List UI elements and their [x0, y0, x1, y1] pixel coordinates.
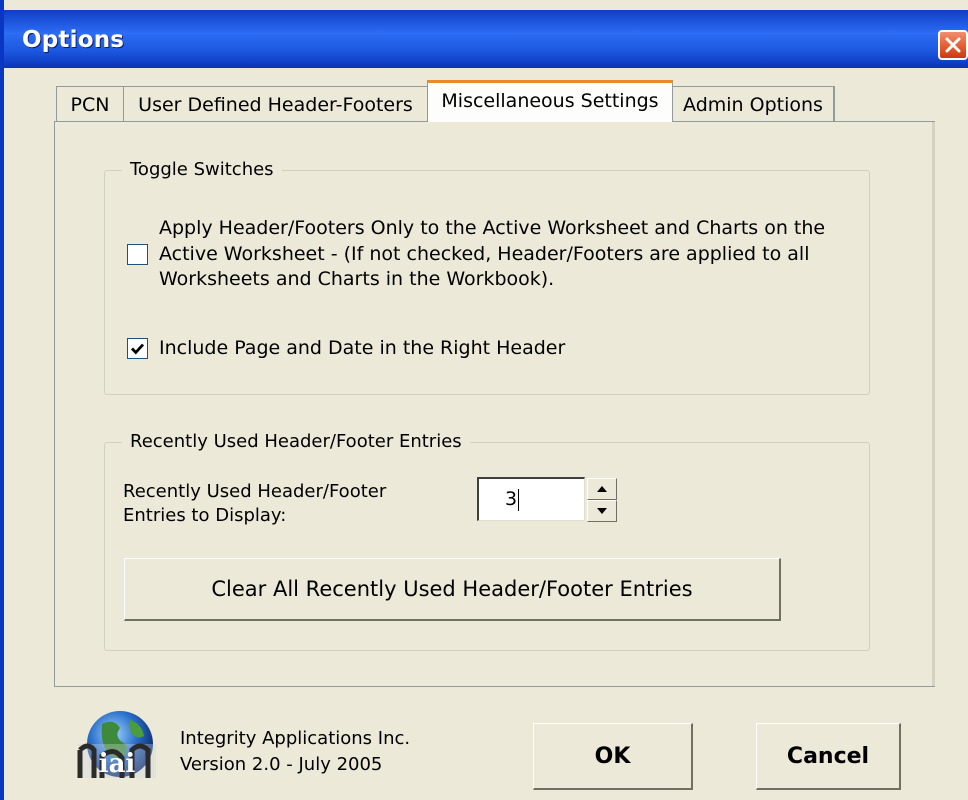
tab-label: Admin Options — [683, 93, 823, 116]
toggle-switches-label: Toggle Switches — [122, 159, 282, 180]
title-bar[interactable]: Options — [4, 10, 968, 68]
tab-admin-options[interactable]: Admin Options — [672, 86, 835, 122]
logo-text: iai — [99, 749, 136, 779]
close-button[interactable] — [938, 30, 968, 60]
apply-active-worksheet-checkbox[interactable] — [127, 244, 148, 265]
spin-down-button[interactable] — [587, 500, 617, 522]
arrow-up-icon — [597, 486, 607, 492]
company-name: Integrity Applications Inc. — [180, 728, 411, 749]
window-title: Options — [22, 27, 125, 53]
recent-entries-count-label: Recently Used Header/Footer Entries to D… — [123, 480, 386, 528]
spin-up-button[interactable] — [587, 478, 617, 500]
recent-entries-count-input[interactable]: 3 — [477, 477, 585, 521]
text-caret — [518, 488, 520, 511]
include-page-date-label[interactable]: Include Page and Date in the Right Heade… — [159, 336, 565, 362]
tab-label: Miscellaneous Settings — [441, 89, 659, 112]
options-dialog: Options PCN User Defined Header-Footers … — [0, 0, 968, 800]
checkmark-icon — [130, 343, 145, 355]
tab-miscellaneous-settings[interactable]: Miscellaneous Settings — [427, 80, 673, 122]
include-page-date-checkbox[interactable] — [127, 338, 148, 359]
tab-user-defined-header-footers[interactable]: User Defined Header-Footers — [123, 86, 428, 122]
recent-entries-count-value: 3 — [505, 488, 518, 510]
arrow-down-icon — [597, 508, 607, 514]
cancel-label: Cancel — [786, 743, 870, 769]
recent-entries-count-label-line2: Entries to Display: — [123, 505, 287, 526]
globe-logo-icon: iai — [77, 711, 156, 779]
close-icon — [945, 37, 961, 53]
version-text: Version 2.0 - July 2005 — [180, 754, 383, 775]
clear-recent-entries-button[interactable]: Clear All Recently Used Header/Footer En… — [124, 558, 781, 621]
clear-recent-entries-label: Clear All Recently Used Header/Footer En… — [211, 577, 693, 601]
tab-pcn[interactable]: PCN — [56, 86, 124, 122]
ok-button[interactable]: OK — [533, 723, 693, 790]
tab-label: PCN — [70, 93, 110, 116]
recent-entries-count-label-line1: Recently Used Header/Footer — [123, 481, 387, 502]
recent-entries-group-label: Recently Used Header/Footer Entries — [122, 431, 470, 452]
cancel-button[interactable]: Cancel — [756, 723, 901, 790]
apply-active-worksheet-label[interactable]: Apply Header/Footers Only to the Active … — [159, 216, 859, 293]
tab-label: User Defined Header-Footers — [138, 93, 413, 116]
ok-label: OK — [594, 743, 631, 769]
